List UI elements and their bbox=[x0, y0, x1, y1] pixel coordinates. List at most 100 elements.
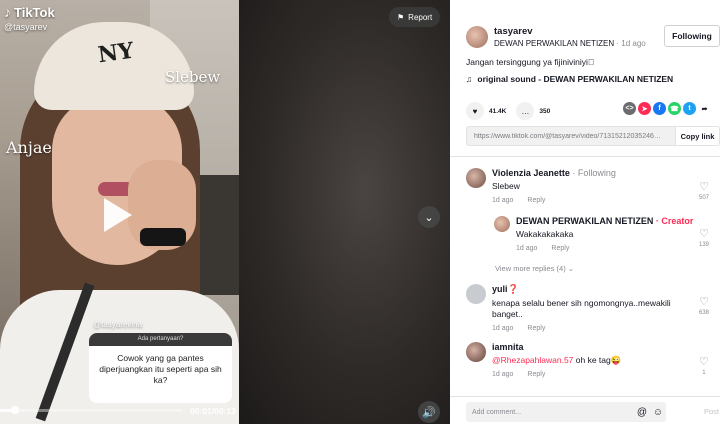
following-button[interactable]: Following bbox=[664, 25, 720, 47]
overlay-handle: @tasyarevina bbox=[93, 320, 143, 329]
comment-meta: 1d ago Reply bbox=[492, 371, 621, 378]
reply-button[interactable]: Reply bbox=[527, 371, 545, 378]
comment-input[interactable]: Add comment... @ ☺ bbox=[466, 402, 666, 422]
creator-tag: · Creator bbox=[653, 216, 694, 226]
copy-link-button[interactable]: Copy link bbox=[675, 127, 719, 145]
comment-icon[interactable]: … bbox=[516, 102, 535, 120]
report-button[interactable]: ⚑ Report bbox=[389, 7, 441, 27]
heart-outline-icon[interactable]: ♡ bbox=[699, 357, 709, 368]
comment-age: 1d ago bbox=[492, 197, 514, 204]
link-row: https://www.tiktok.com/@tasyarev/video/7… bbox=[466, 126, 720, 146]
commenter-name[interactable]: Violenzia Jeanette · Following bbox=[492, 168, 616, 178]
progress-knob[interactable] bbox=[10, 406, 19, 414]
time-readout: 00:01/00:13 bbox=[190, 406, 236, 416]
emoji-icon[interactable]: ☺ bbox=[650, 407, 666, 418]
comment-mention[interactable]: @Rhezapahlawan.57 bbox=[492, 355, 573, 365]
comment-meta: 1d ago Reply bbox=[516, 245, 693, 252]
chevron-down-icon: ⌄ bbox=[424, 211, 434, 224]
volume-button[interactable]: 🔊 bbox=[418, 401, 440, 423]
divider bbox=[450, 156, 720, 157]
comment-like[interactable]: ♡ 1 bbox=[699, 357, 709, 377]
cap-logo: NY bbox=[96, 37, 136, 69]
heart-outline-icon[interactable]: ♡ bbox=[699, 297, 709, 308]
author-avatar[interactable] bbox=[466, 26, 488, 48]
share-row: <> ➤ f ☎ t ➦ bbox=[623, 102, 711, 115]
commenter-avatar[interactable] bbox=[494, 216, 510, 232]
commenter-name[interactable]: yuli❓ bbox=[492, 284, 692, 295]
comment-item: yuli❓ kenapa selalu bener sih ngomongnya… bbox=[466, 284, 692, 332]
comment-text: Wakakakakaka bbox=[516, 229, 574, 239]
reply-button[interactable]: Reply bbox=[527, 325, 545, 332]
tiktok-logo[interactable]: ♪ TikTok bbox=[4, 4, 55, 20]
question-header: Ada pertanyaan? bbox=[89, 333, 232, 346]
author-subline: DEWAN PERWAKILAN NETIZEN · 1d ago bbox=[494, 39, 646, 48]
comment-item: Violenzia Jeanette · Following Slebew 1d… bbox=[466, 168, 616, 204]
heart-outline-icon[interactable]: ♡ bbox=[699, 182, 709, 193]
comment-like-count: 139 bbox=[699, 242, 710, 248]
flag-icon: ⚑ bbox=[397, 12, 405, 22]
music-note-icon: ♫ bbox=[466, 74, 473, 84]
comment-like-count: 638 bbox=[699, 310, 710, 316]
comment-like-count: 507 bbox=[699, 195, 710, 201]
comment-item: iamnita @Rhezapahlawan.57 oh ke tag😜 1d … bbox=[466, 342, 621, 378]
tiktok-page: NY Slebew Anjae @tasyarevina Ada pertany… bbox=[0, 0, 720, 424]
whatsapp-icon[interactable]: ☎ bbox=[668, 102, 681, 115]
facebook-icon[interactable]: f bbox=[653, 102, 666, 115]
reply-item: DEWAN PERWAKILAN NETIZEN · Creator Wakak… bbox=[494, 216, 693, 252]
report-label: Report bbox=[408, 12, 433, 22]
author-display-name: DEWAN PERWAKILAN NETIZEN bbox=[494, 39, 615, 48]
comment-text: kenapa selalu bener sih ngomongnya..mewa… bbox=[492, 298, 671, 319]
video-handle: @tasyarev bbox=[4, 22, 48, 32]
progress-bar[interactable] bbox=[0, 406, 182, 414]
info-panel: tasyarev DEWAN PERWAKILAN NETIZEN · 1d a… bbox=[450, 0, 720, 424]
video-link[interactable]: https://www.tiktok.com/@tasyarev/video/7… bbox=[467, 133, 675, 140]
send-icon[interactable]: ➤ bbox=[638, 102, 651, 115]
comment-like[interactable]: ♡ 139 bbox=[699, 229, 710, 249]
comment-like-count: 1 bbox=[702, 370, 706, 376]
post-caption: Jangan tersinggung ya fijiniviniyi⃣ bbox=[466, 57, 595, 67]
share-arrow-icon[interactable]: ➦ bbox=[698, 102, 711, 115]
comment-meta: 1d ago Reply bbox=[492, 325, 692, 332]
post-button[interactable]: Post bbox=[704, 407, 719, 416]
comment-age: 1d ago bbox=[492, 371, 514, 378]
comment-text: @Rhezapahlawan.57 oh ke tag😜 bbox=[492, 355, 622, 365]
comment-count: 350 bbox=[539, 107, 551, 115]
commenter-avatar[interactable] bbox=[466, 342, 486, 362]
author-username[interactable]: tasyarev bbox=[494, 26, 646, 37]
following-tag: · Following bbox=[569, 168, 616, 178]
comment-like[interactable]: ♡ 507 bbox=[699, 182, 710, 202]
commenter-avatar[interactable] bbox=[466, 284, 486, 304]
sound-link[interactable]: ♫ original sound - DEWAN PERWAKILAN NETI… bbox=[466, 74, 673, 84]
reply-button[interactable]: Reply bbox=[551, 245, 569, 252]
commenter-name[interactable]: DEWAN PERWAKILAN NETIZEN · Creator bbox=[516, 216, 693, 226]
commenter-avatar[interactable] bbox=[466, 168, 486, 188]
like-count: 41.4K bbox=[489, 107, 507, 115]
heart-outline-icon[interactable]: ♡ bbox=[699, 229, 709, 240]
reply-button[interactable]: Reply bbox=[527, 197, 545, 204]
heart-icon[interactable]: ♥ bbox=[466, 102, 484, 120]
comment-meta: 1d ago Reply bbox=[492, 197, 616, 204]
video-watch bbox=[140, 228, 186, 246]
comment-like[interactable]: ♡ 638 bbox=[699, 297, 710, 317]
commenter-name[interactable]: iamnita bbox=[492, 342, 621, 352]
play-icon[interactable] bbox=[104, 198, 132, 232]
view-more-replies[interactable]: View more replies (4) ⌄ bbox=[495, 264, 574, 273]
overlay-text-slebew: Slebew bbox=[165, 68, 221, 86]
next-video-button[interactable]: ⌄ bbox=[418, 206, 440, 228]
comment-bar: Add comment... @ ☺ Post bbox=[450, 396, 720, 424]
embed-icon[interactable]: <> bbox=[623, 102, 636, 115]
comment-age: 1d ago bbox=[516, 245, 538, 252]
comment-placeholder[interactable]: Add comment... bbox=[466, 409, 634, 416]
post-age: · 1d ago bbox=[614, 39, 646, 48]
overlay-text-anjae: Anjae bbox=[6, 138, 52, 157]
video-frame[interactable]: NY Slebew Anjae @tasyarevina Ada pertany… bbox=[0, 0, 239, 424]
tiktok-logo-text: TikTok bbox=[14, 4, 55, 20]
author-row[interactable]: tasyarev DEWAN PERWAKILAN NETIZEN · 1d a… bbox=[466, 26, 646, 48]
mention-icon[interactable]: @ bbox=[634, 407, 650, 418]
question-text: Cowok yang ga pantes diperjuangkan itu s… bbox=[99, 353, 222, 385]
video-player[interactable]: NY Slebew Anjae @tasyarevina Ada pertany… bbox=[0, 0, 450, 424]
twitter-icon[interactable]: t bbox=[683, 102, 696, 115]
sound-name: original sound - DEWAN PERWAKILAN NETIZE… bbox=[477, 74, 674, 84]
question-sticker: Ada pertanyaan? Cowok yang ga pantes dip… bbox=[89, 333, 232, 403]
speaker-icon: 🔊 bbox=[422, 406, 436, 419]
